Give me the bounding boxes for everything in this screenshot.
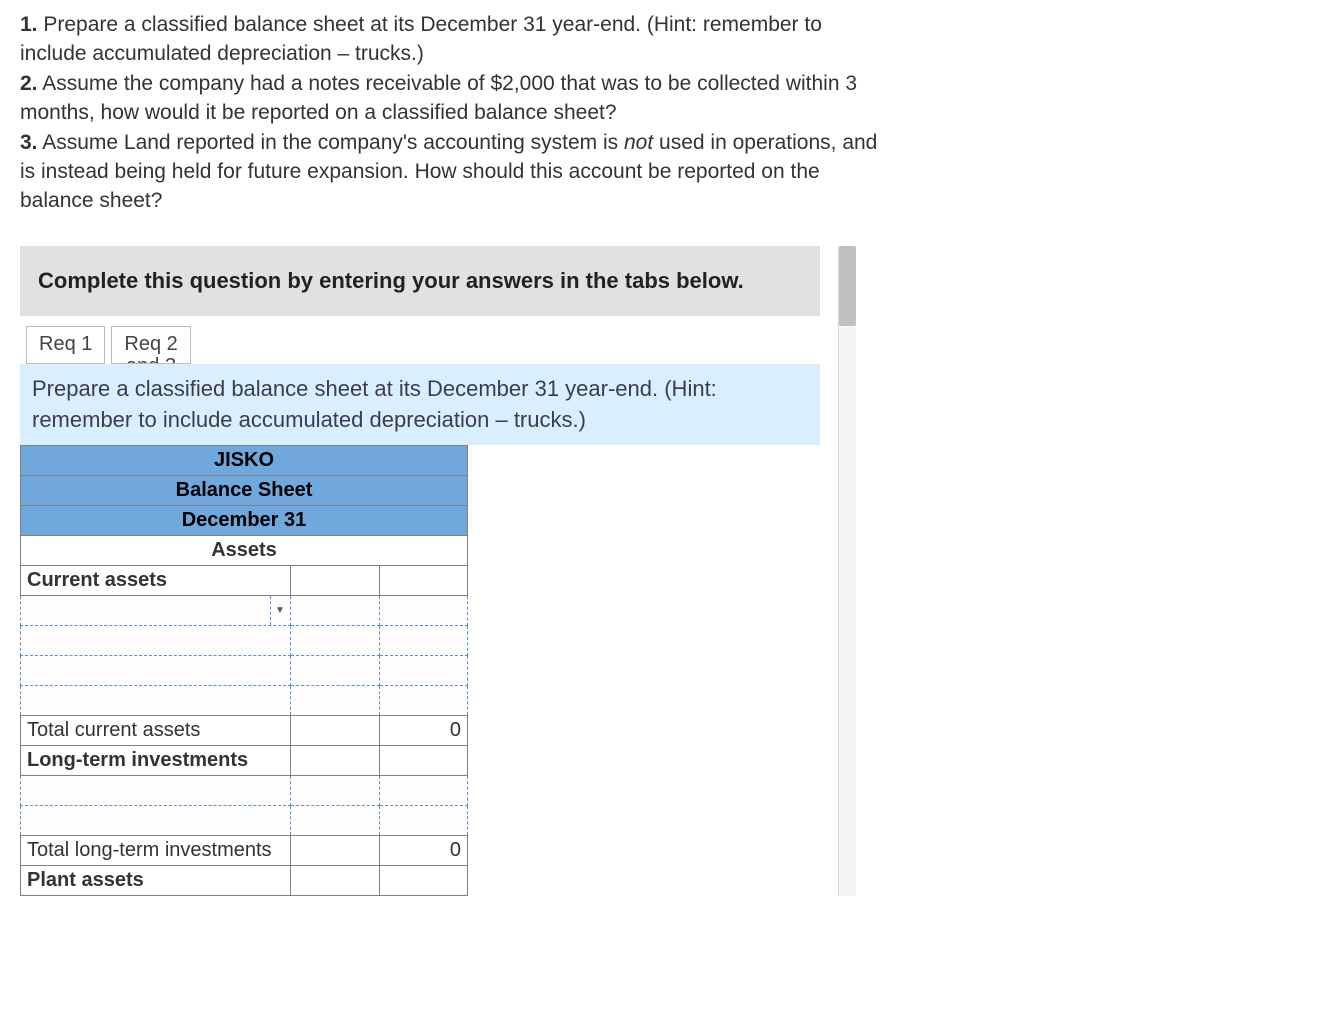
total-long-term-value: 0 (380, 836, 468, 866)
total-current-assets-label: Total current assets (21, 716, 291, 746)
current-asset-account-input[interactable] (21, 686, 291, 716)
total-current-assets-value: 0 (380, 716, 468, 746)
q3-em: not (624, 131, 653, 154)
total-long-term-label: Total long-term investments (21, 836, 291, 866)
tab-req-2-label-line2: and 3 (126, 355, 176, 364)
current-asset-amount-input[interactable] (290, 686, 380, 716)
long-term-investments-label: Long-term investments (21, 746, 291, 776)
current-asset-amount-input[interactable] (290, 626, 380, 656)
statement-title-cell: Balance Sheet (21, 476, 468, 506)
long-term-amount-input[interactable] (290, 776, 380, 806)
blank-cell (380, 566, 468, 596)
tab-req-1[interactable]: Req 1 (26, 326, 105, 364)
long-term-account-input[interactable] (21, 776, 291, 806)
tabs-row: Req 1 Req 2 and 3 (26, 326, 820, 364)
current-asset-amount2-input[interactable] (380, 686, 468, 716)
current-asset-account-input[interactable] (21, 656, 291, 686)
blank-cell (290, 866, 380, 896)
chevron-down-icon: ▼ (270, 596, 290, 625)
sub-instruction: Prepare a classified balance sheet at it… (20, 364, 820, 446)
scrollbar-vertical[interactable] (838, 246, 856, 897)
long-term-amount2-input[interactable] (380, 806, 468, 836)
tab-req-2-and-3[interactable]: Req 2 and 3 (111, 326, 190, 364)
question-block: 1. Prepare a classified balance sheet at… (20, 10, 880, 216)
instruction-banner: Complete this question by entering your … (20, 246, 820, 316)
q2-number: 2. (20, 72, 38, 95)
assets-header-cell: Assets (21, 536, 468, 566)
q3-text-a: Assume Land reported in the company's ac… (38, 131, 624, 154)
current-asset-amount2-input[interactable] (380, 596, 468, 626)
balance-sheet-table: JISKO Balance Sheet December 31 Assets C… (20, 445, 468, 896)
long-term-amount2-input[interactable] (380, 776, 468, 806)
long-term-amount-input[interactable] (290, 806, 380, 836)
tab-req-1-label: Req 1 (39, 333, 92, 355)
current-asset-amount2-input[interactable] (380, 656, 468, 686)
current-asset-account-dropdown[interactable]: ▼ (21, 596, 291, 626)
q1-number: 1. (20, 13, 38, 36)
blank-cell (380, 866, 468, 896)
statement-date-cell: December 31 (21, 506, 468, 536)
company-name-cell: JISKO (21, 446, 468, 476)
scrollbar-thumb[interactable] (839, 246, 856, 326)
plant-assets-label: Plant assets (21, 866, 291, 896)
current-asset-amount-input[interactable] (290, 656, 380, 686)
current-asset-account-input[interactable] (21, 626, 291, 656)
current-assets-label: Current assets (21, 566, 291, 596)
current-asset-amount2-input[interactable] (380, 626, 468, 656)
blank-cell (290, 716, 380, 746)
q2-text: Assume the company had a notes receivabl… (20, 72, 857, 124)
tab-req-2-label-line1: Req 2 (124, 333, 177, 355)
blank-cell (290, 836, 380, 866)
q3-number: 3. (20, 131, 38, 154)
long-term-account-input[interactable] (21, 806, 291, 836)
blank-cell (380, 746, 468, 776)
blank-cell (290, 746, 380, 776)
q1-text: Prepare a classified balance sheet at it… (20, 13, 822, 65)
blank-cell (290, 566, 380, 596)
current-asset-amount-input[interactable] (290, 596, 380, 626)
